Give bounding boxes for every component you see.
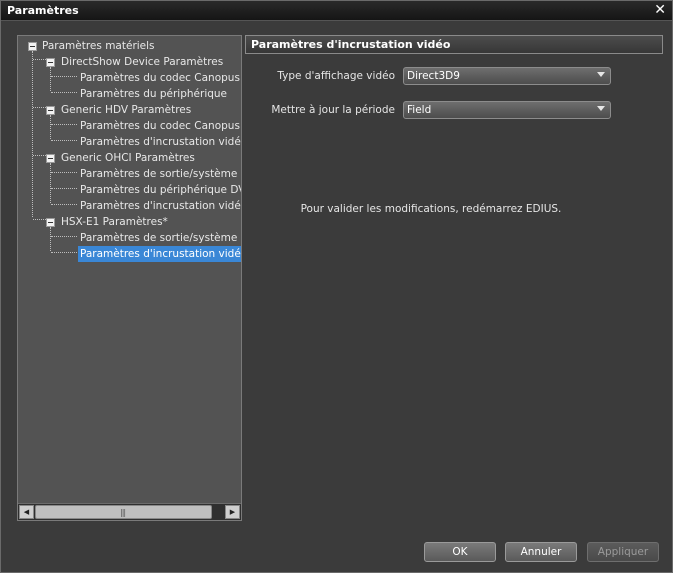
tree-item[interactable]: Paramètres du périphérique DV [80, 182, 241, 198]
display-type-select[interactable]: Direct3D9 [403, 67, 611, 85]
tree-line [51, 188, 77, 189]
tree-item[interactable]: Paramètres d'incrustation vidéo [80, 134, 241, 150]
cancel-button[interactable]: Annuler [505, 542, 577, 562]
tree-group-hsx-e1[interactable]: HSX-E1 Paramètres* [61, 214, 168, 230]
tree-item[interactable]: Paramètres de sortie/système [80, 230, 237, 246]
scrollbar-thumb[interactable]: ||| [35, 505, 212, 519]
tree-group-generic-ohci[interactable]: Generic OHCI Paramètres [61, 150, 195, 166]
tree-item[interactable]: Paramètres d'incrustation vidéo [80, 198, 241, 214]
tree-line [51, 76, 77, 77]
tree-line [32, 51, 33, 217]
tree-line [33, 107, 46, 108]
chevron-down-icon [597, 72, 605, 77]
collapse-icon[interactable] [46, 218, 55, 227]
tree-group-generic-hdv[interactable]: Generic HDV Paramètres [61, 102, 191, 118]
chevron-down-icon [597, 106, 605, 111]
apply-button[interactable]: Appliquer [587, 542, 659, 562]
tree-line [51, 124, 77, 125]
close-icon[interactable]: ✕ [654, 2, 666, 18]
tree-line [33, 155, 46, 156]
tree-item[interactable]: Paramètres du codec Canopus HQ [80, 118, 241, 134]
display-type-label: Type d'affichage vidéo [277, 70, 395, 82]
restart-notice: Pour valider les modifications, redémarr… [300, 203, 562, 215]
tree-root-hardware-settings[interactable]: Paramètres matériels [42, 38, 155, 54]
tree-line [33, 59, 46, 60]
tree-item[interactable]: Paramètres du périphérique [80, 86, 227, 102]
collapse-icon[interactable] [46, 106, 55, 115]
tree-line [51, 140, 77, 141]
settings-dialog: Paramètres ✕ Paramètres matériels Direct… [0, 0, 673, 573]
display-type-value: Direct3D9 [407, 70, 460, 82]
tree-line [51, 204, 77, 205]
collapse-icon[interactable] [46, 154, 55, 163]
tree-line [50, 67, 51, 91]
title-bar[interactable]: Paramètres ✕ [1, 1, 672, 21]
collapse-icon[interactable] [28, 42, 37, 51]
tree-item-selected[interactable]: Paramètres d'incrustation vidéo [78, 246, 241, 262]
section-title: Paramètres d'incrustation vidéo [251, 38, 451, 51]
tree-line [51, 92, 77, 93]
tree-line [33, 219, 46, 220]
settings-tree: Paramètres matériels DirectShow Device P… [18, 36, 241, 502]
tree-line [51, 172, 77, 173]
scroll-right-icon[interactable]: ▶ [225, 505, 240, 519]
tree-item[interactable]: Paramètres du codec Canopus HQ [80, 70, 241, 86]
collapse-icon[interactable] [46, 58, 55, 67]
tree-line [50, 115, 51, 139]
grip-icon: ||| [120, 508, 126, 517]
tree-group-directshow[interactable]: DirectShow Device Paramètres [61, 54, 223, 70]
section-header: Paramètres d'incrustation vidéo [245, 35, 663, 54]
update-period-value: Field [407, 104, 432, 116]
window-title: Paramètres [7, 4, 79, 17]
tree-line [50, 163, 51, 203]
horizontal-scrollbar[interactable]: ◀ ||| ▶ [18, 503, 241, 520]
update-period-select[interactable]: Field [403, 101, 611, 119]
scroll-left-icon[interactable]: ◀ [19, 505, 34, 519]
ok-button[interactable]: OK [424, 542, 496, 562]
tree-line [50, 227, 51, 251]
settings-tree-panel: Paramètres matériels DirectShow Device P… [17, 35, 242, 521]
update-period-label: Mettre à jour la période [271, 104, 395, 116]
tree-line [51, 252, 77, 253]
tree-item[interactable]: Paramètres de sortie/système [80, 166, 237, 182]
tree-line [51, 236, 77, 237]
